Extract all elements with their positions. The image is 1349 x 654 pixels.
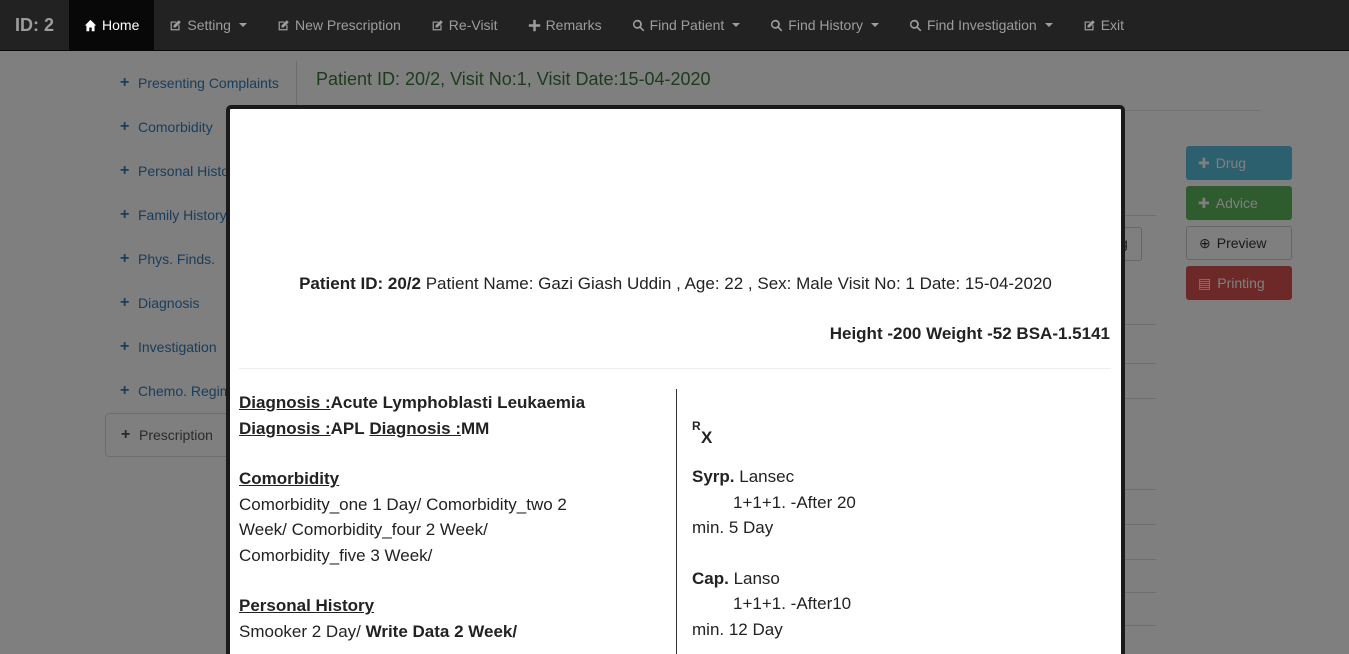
nav-exit-label: Exit bbox=[1100, 17, 1125, 33]
drug-title: Syrp. Lansec bbox=[692, 464, 1112, 490]
nav-exit[interactable]: Exit bbox=[1068, 0, 1139, 50]
modal-body: Patient ID: 20/2 Patient Name: Gazi Gias… bbox=[230, 109, 1121, 654]
patient-info-line: Patient ID: 20/2 Patient Name: Gazi Gias… bbox=[230, 274, 1121, 294]
diagnosis-label: Diagnosis : bbox=[369, 418, 461, 438]
top-navbar: ID: 2 Home Setting New Prescription Re-V… bbox=[0, 0, 1349, 51]
nav-find-history[interactable]: Find History bbox=[755, 0, 894, 50]
drug-name: Lanso bbox=[728, 568, 780, 588]
patient-measurements: Height -200 Weight -52 BSA-1.5141 bbox=[829, 324, 1110, 343]
prescription-preview-modal: Patient ID: 20/2 Patient Name: Gazi Gias… bbox=[226, 105, 1125, 654]
search-icon bbox=[632, 19, 644, 31]
chevron-down-icon bbox=[238, 23, 247, 27]
rx-column: RX Syrp. Lansec 1+1+1. -After 20 min. 5 … bbox=[692, 390, 1112, 654]
edit-icon bbox=[1084, 19, 1095, 30]
drug-form: Syrp. bbox=[692, 467, 735, 486]
nav-find-patient[interactable]: Find Patient bbox=[617, 0, 756, 50]
nav-find-investigation-label: Find Investigation bbox=[926, 17, 1037, 33]
edit-icon bbox=[171, 19, 182, 30]
diagnosis-label: Diagnosis : bbox=[239, 418, 331, 438]
edit-icon bbox=[278, 19, 289, 30]
nav-find-history-label: Find History bbox=[788, 17, 863, 33]
rx-r: R bbox=[692, 419, 701, 433]
plus-icon bbox=[528, 19, 540, 31]
chevron-down-icon bbox=[732, 23, 741, 27]
nav-find-patient-label: Find Patient bbox=[649, 17, 725, 33]
personal-history-section: Personal History Smooker 2 Day/ Write Da… bbox=[239, 593, 669, 644]
home-icon bbox=[84, 19, 97, 31]
drug-dose: 1+1+1. -After10 bbox=[733, 594, 852, 613]
modal-divider bbox=[239, 368, 1111, 369]
nav-remarks[interactable]: Remarks bbox=[513, 0, 617, 50]
patient-id-label: Patient ID: 20/2 bbox=[299, 274, 421, 293]
nav-setting-label: Setting bbox=[187, 17, 231, 33]
nav-home[interactable]: Home bbox=[69, 0, 155, 50]
personal-history-bold: Write Data 2 Week/ bbox=[365, 621, 518, 641]
rx-symbol: RX bbox=[692, 419, 1112, 447]
drug-form: Cap. bbox=[692, 568, 729, 588]
diagnosis-value: Acute Lymphoblasti Leukaemia bbox=[330, 393, 586, 412]
diagnosis-value: APL bbox=[330, 418, 365, 438]
personal-history-text: Smooker 2 Day/ Write Data 2 Week/ bbox=[239, 619, 669, 645]
patient-details: Patient Name: Gazi Giash Uddin , Age: 22… bbox=[420, 274, 1052, 293]
drug-duration: min. 5 Day bbox=[692, 518, 774, 537]
column-divider bbox=[676, 389, 677, 654]
personal-history-plain: Smooker 2 Day/ bbox=[239, 621, 366, 641]
comorbidity-text: Comorbidity_one 1 Day/ Comorbidity_two 2… bbox=[239, 494, 567, 565]
drug-item: Syrp. Lansec 1+1+1. -After 20 min. 5 Day bbox=[692, 464, 1112, 541]
nav-home-label: Home bbox=[102, 17, 140, 33]
comorbidity-section: Comorbidity Comorbidity_one 1 Day/ Comor… bbox=[239, 466, 669, 568]
chevron-down-icon bbox=[870, 23, 879, 27]
nav-re-visit[interactable]: Re-Visit bbox=[416, 0, 513, 50]
drug-dose: 1+1+1. -After 20 bbox=[733, 492, 856, 512]
brand-id[interactable]: ID: 2 bbox=[0, 0, 69, 50]
nav-find-investigation[interactable]: Find Investigation bbox=[894, 0, 1068, 50]
chevron-down-icon bbox=[1044, 23, 1053, 27]
personal-history-heading: Personal History bbox=[239, 596, 375, 615]
drug-item: Cap. Lanso 1+1+1. -After10 min. 12 Day bbox=[692, 566, 1112, 643]
comorbidity-heading: Comorbidity bbox=[239, 469, 340, 488]
rx-x: X bbox=[701, 428, 713, 447]
drug-title: Cap. Lanso bbox=[692, 566, 1112, 592]
nav-new-prescription[interactable]: New Prescription bbox=[262, 0, 416, 50]
diagnosis-line-2: Diagnosis :APL Diagnosis :MM bbox=[239, 416, 669, 442]
clinical-notes-column: Diagnosis :Acute Lymphoblasti Leukaemia … bbox=[239, 390, 669, 644]
nav-setting[interactable]: Setting bbox=[154, 0, 262, 50]
search-icon bbox=[909, 19, 922, 31]
diagnosis-label: Diagnosis : bbox=[239, 393, 331, 412]
nav-remarks-label: Remarks bbox=[545, 17, 602, 33]
diagnosis-line-1: Diagnosis :Acute Lymphoblasti Leukaemia bbox=[239, 390, 669, 416]
nav-new-prescription-label: New Prescription bbox=[294, 17, 401, 33]
edit-icon bbox=[432, 19, 443, 30]
search-icon bbox=[771, 19, 783, 31]
drug-name: Lansec bbox=[734, 467, 795, 486]
drug-duration: min. 12 Day bbox=[692, 619, 783, 639]
nav-re-visit-label: Re-Visit bbox=[448, 17, 498, 33]
diagnosis-value: MM bbox=[460, 418, 490, 438]
